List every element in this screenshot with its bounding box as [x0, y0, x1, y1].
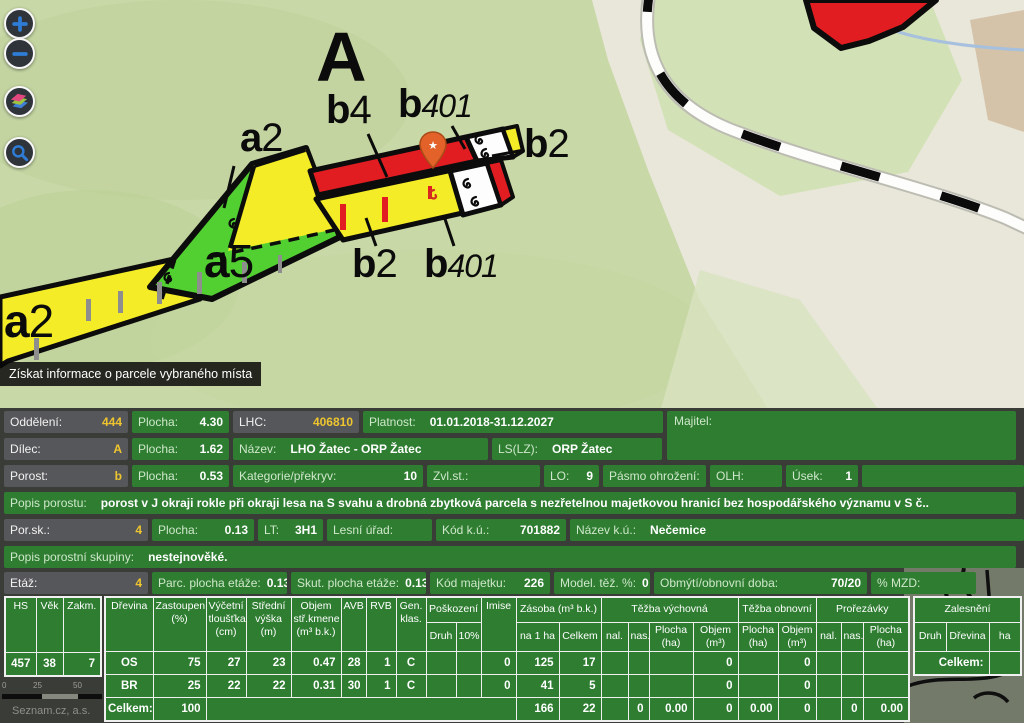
scale-bar — [78, 694, 102, 699]
field-spacer — [862, 465, 1024, 487]
table-row-zales-sum: Celkem: — [914, 652, 1021, 676]
field-pasmo: Pásmo ohrožení:D — [603, 465, 706, 487]
scale-bar — [2, 694, 42, 699]
field-majitel: Majitel: — [667, 411, 1016, 460]
info-row-popis-skupiny: Popis porostní skupiny:nestejnověké. — [0, 546, 1016, 568]
field-lhc: LHC:406810 — [233, 411, 359, 433]
field-porost: Porost:b — [4, 465, 128, 487]
col-drevina: Dřevina — [105, 597, 153, 652]
map-canvas[interactable]: ★ A a2 b4 b401 b2 b2 b401 a5 a2 — [0, 0, 1024, 412]
field-kod-ku: Kód k.ú.:701882 — [436, 519, 566, 541]
stand-table: Dřevina Zastoupení (%) Výčetní tloušťka … — [104, 596, 910, 722]
field-lslz: LS(LZ):ORP Žatec — [492, 438, 662, 460]
field-kategorie: Kategorie/překryv:10 — [233, 465, 423, 487]
app-window: ★ A a2 b4 b401 b2 b2 b401 a5 a2 — [0, 0, 1024, 723]
field-platnost: Platnost:01.01.2018-31.12.2027 — [363, 411, 663, 433]
search-button[interactable] — [4, 137, 35, 168]
field-usek: Úsek:1 — [786, 465, 858, 487]
field-popis-skupiny: Popis porostní skupiny:nestejnověké. — [4, 546, 1016, 568]
scale-tick: 25 — [33, 681, 42, 690]
map-tooltip: Získat informace o parcele vybraného mís… — [0, 362, 261, 386]
field-oddeleni: Oddělení:444 — [4, 411, 128, 433]
field-lo: LO:9 — [544, 465, 599, 487]
field-plocha-dilec: Plocha:1.62 — [132, 438, 229, 460]
layers-icon — [9, 91, 30, 112]
zalesneni-table: Zalesnění Druh Dřevina ha Celkem: — [913, 596, 1022, 676]
svg-text:★: ★ — [428, 140, 438, 152]
field-plocha-oddeleni: Plocha:4.30 — [132, 411, 229, 433]
info-row-etaz: Etáž:4 Parc. plocha etáže:0.13 Skut. plo… — [0, 572, 976, 594]
field-dilec: Dílec:A — [4, 438, 128, 460]
info-row-oddeleni: Oddělení:444 Plocha:4.30 LHC:406810 Plat… — [0, 411, 663, 433]
field-nazev: Název:LHO Žatec - ORP Žatec — [233, 438, 488, 460]
field-lt: LT:3H1 — [258, 519, 323, 541]
col-hs: HS — [5, 597, 36, 653]
table-row: 457 38 7 — [5, 653, 101, 677]
layers-button[interactable] — [4, 86, 35, 117]
info-row-dilec: Dílec:A Plocha:1.62 Název:LHO Žatec - OR… — [0, 438, 662, 460]
field-nazev-ku: Název k.ú.:Nečemice — [570, 519, 1024, 541]
field-zvlst: Zvl.st.: — [427, 465, 540, 487]
info-row-porsk: Por.sk.:4 Plocha:0.13 LT:3H1 Lesní úřad:… — [0, 519, 1024, 541]
hs-table: HS Věk Zakm. 457 38 7 — [4, 596, 102, 677]
field-mzd: % MZD: — [871, 572, 976, 594]
field-obmyti: Obmýtí/obnovní doba:70/20 — [654, 572, 867, 594]
field-popis-porostu: Popis porostu:porost v J okraji rokle př… — [4, 492, 1016, 514]
field-model-tez: Model. těž. %:0 — [554, 572, 650, 594]
col-zakm: Zakm. — [63, 597, 101, 653]
scale-tick: 50 — [73, 681, 82, 690]
map-graphics: ★ — [0, 0, 1024, 412]
search-icon — [10, 143, 30, 163]
plus-icon — [10, 14, 30, 34]
zoom-out-button[interactable] — [4, 38, 35, 69]
field-etaz: Etáž:4 — [4, 572, 148, 594]
info-panel: Oddělení:444 Plocha:4.30 LHC:406810 Plat… — [0, 408, 1024, 723]
zoom-in-button[interactable] — [4, 8, 35, 39]
col-vek: Věk — [36, 597, 63, 653]
field-plocha-porsk: Plocha:0.13 — [152, 519, 254, 541]
info-row-popis-porostu: Popis porostu:porost v J okraji rokle př… — [0, 492, 1016, 514]
table-row-sum: Celkem:100 16622 0 0.000 0.000 0 0.00 — [105, 698, 909, 722]
merged-empty — [206, 698, 516, 722]
scale-tick: 0 — [2, 681, 6, 690]
table-row-br: BR25 2222 0.3130 1C 041 5 0 0 — [105, 675, 909, 698]
table-row-os: OS75 2723 0.4728 1C 0125 17 0 0 — [105, 652, 909, 675]
field-lesni-urad: Lesní úřad: — [327, 519, 432, 541]
map-attribution-link[interactable]: Seznam.cz, a.s. — [12, 705, 90, 717]
field-parc-plocha: Parc. plocha etáže:0.13 — [152, 572, 287, 594]
field-skut-plocha: Skut. plocha etáže:0.13 — [291, 572, 426, 594]
field-olh: OLH: — [710, 465, 782, 487]
field-porsk: Por.sk.:4 — [4, 519, 148, 541]
info-row-porost: Porost:b Plocha:0.53 Kategorie/překryv:1… — [0, 465, 1024, 487]
field-plocha-porost: Plocha:0.53 — [132, 465, 229, 487]
scale-bar — [42, 694, 78, 699]
field-kod-majetku: Kód majetku:226 — [430, 572, 550, 594]
minus-icon — [10, 44, 30, 64]
